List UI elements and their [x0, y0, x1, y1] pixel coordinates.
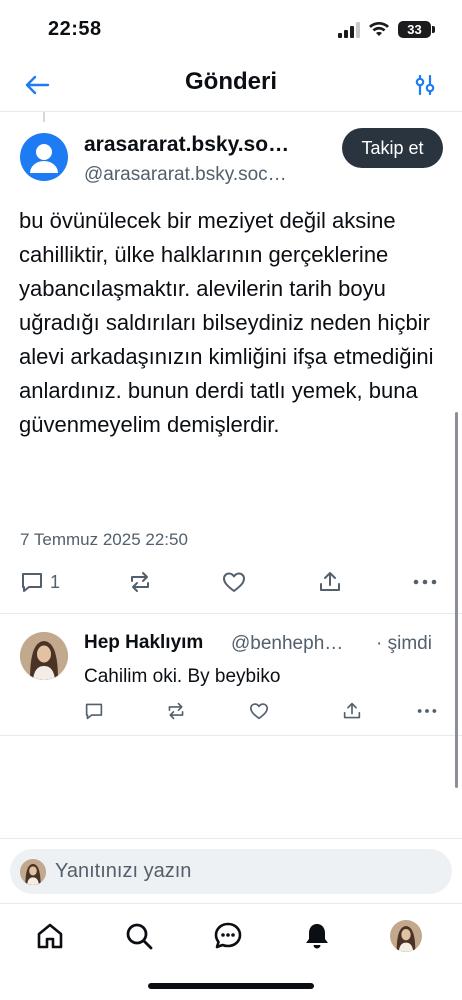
tab-search[interactable] — [121, 918, 157, 954]
tab-home[interactable] — [32, 918, 68, 954]
battery-indicator: 33 — [398, 21, 431, 38]
reply-author-name[interactable]: Hep Haklıyım — [84, 632, 203, 654]
search-icon — [126, 923, 153, 950]
share-icon — [343, 702, 361, 719]
bottom-tab-bar — [0, 904, 462, 970]
main-post: arasararat.bsky.so… @arasararat.bsky.soc… — [0, 120, 462, 614]
user-photo-avatar — [390, 920, 422, 952]
reply-avatar[interactable] — [20, 632, 68, 680]
status-bar: 22:58 33 — [0, 0, 462, 60]
home-indicator — [148, 983, 314, 989]
reply-share-button[interactable] — [342, 698, 362, 724]
default-user-icon — [30, 144, 58, 173]
ellipsis-icon — [417, 709, 437, 713]
share-icon — [320, 572, 340, 591]
speech-bubble-icon — [85, 703, 103, 720]
like-button[interactable] — [222, 566, 246, 598]
wifi-icon — [369, 22, 389, 36]
composer-avatar — [20, 859, 46, 885]
reply-reply-button[interactable] — [84, 698, 104, 724]
post-date: 7 Temmuz 2025 22:50 — [20, 530, 188, 549]
repost-icon — [131, 572, 149, 592]
tab-profile[interactable] — [388, 918, 424, 954]
tab-notifications[interactable] — [299, 918, 335, 954]
post-actions: 1 — [0, 566, 462, 598]
reply-author-handle[interactable]: @benheph… — [231, 633, 343, 655]
post-text: bu övünülecek bir meziyet değil aksine c… — [19, 208, 434, 437]
author-handle[interactable]: @arasararat.bsky.soc… — [84, 164, 287, 186]
bell-icon — [306, 924, 328, 949]
share-button[interactable] — [318, 566, 342, 598]
reply-timestamp: · şimdi — [376, 633, 432, 654]
reply-text: Cahilim oki. By beybiko — [84, 666, 281, 687]
thread-options-button[interactable] — [408, 68, 442, 102]
author-name[interactable]: arasararat.bsky.so… — [84, 133, 289, 157]
heart-icon — [223, 572, 245, 592]
page-title: Gönderi — [184, 68, 277, 95]
top-header: Gönderi — [0, 60, 462, 112]
repost-icon — [168, 702, 184, 720]
reply-count: 1 — [50, 571, 61, 592]
reply-like-button[interactable] — [249, 698, 269, 724]
reply-actions — [0, 698, 462, 724]
reply-composer-area: Yanıtınızı yazın — [0, 838, 462, 904]
status-time: 22:58 — [48, 18, 102, 40]
user-photo-avatar — [20, 859, 46, 885]
more-options-button[interactable] — [412, 566, 438, 598]
reply-composer[interactable]: Yanıtınızı yazın — [10, 849, 452, 894]
sliders-icon — [415, 74, 435, 96]
user-photo-avatar — [20, 632, 68, 680]
tab-chat[interactable] — [210, 918, 246, 954]
speech-bubble-icon — [22, 573, 42, 592]
reply-repost-button[interactable] — [166, 698, 186, 724]
heart-icon — [250, 703, 268, 720]
battery-cap — [432, 26, 435, 33]
author-avatar[interactable] — [20, 133, 68, 181]
scrollbar[interactable] — [455, 412, 458, 788]
profile-avatar — [390, 920, 422, 952]
chat-icon — [214, 922, 242, 949]
reply-button[interactable]: 1 — [20, 566, 60, 598]
composer-placeholder[interactable]: Yanıtınızı yazın — [55, 860, 191, 883]
follow-button[interactable]: Takip et — [342, 128, 443, 168]
home-icon — [37, 923, 63, 949]
reply-more-options-button[interactable] — [416, 698, 438, 724]
cellular-signal-icon — [338, 22, 360, 38]
repost-button[interactable] — [128, 566, 152, 598]
reply-post[interactable]: Hep Haklıyım @benheph… · şimdi Cahilim o… — [0, 614, 462, 736]
ellipsis-icon — [413, 579, 437, 585]
